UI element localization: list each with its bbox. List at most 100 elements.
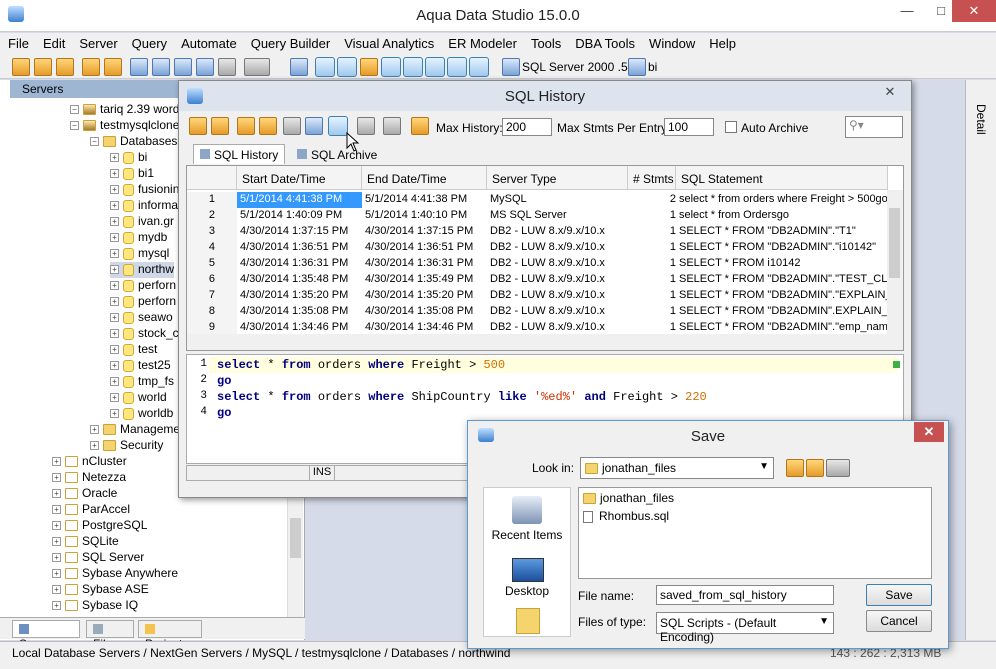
server-label[interactable]: SQL Server 2000 .54: [522, 60, 634, 74]
row-number[interactable]: 5: [187, 256, 237, 272]
menu-er-modeler[interactable]: ER Modeler: [440, 33, 523, 51]
file-item[interactable]: jonathan_files: [583, 491, 674, 505]
expand-toggle-icon[interactable]: +: [52, 505, 61, 515]
table-cell[interactable]: SELECT * FROM "DB2ADMIN"."i10142": [676, 240, 888, 256]
expand-toggle-icon[interactable]: −: [70, 121, 79, 131]
menu-query[interactable]: Query: [124, 33, 173, 51]
tab-projects[interactable]: Projects: [138, 620, 202, 651]
tree-item[interactable]: + seawo: [110, 310, 173, 326]
table-cell[interactable]: DB2 - LUW 8.x/9.x/10.x: [487, 224, 628, 240]
database-label[interactable]: bi: [648, 60, 657, 74]
menu-help[interactable]: Help: [701, 33, 742, 51]
table-cell[interactable]: 1: [628, 256, 676, 272]
tool-icon[interactable]: [130, 58, 148, 76]
print-icon[interactable]: [283, 117, 301, 135]
tree-item[interactable]: + Sybase IQ: [52, 598, 138, 614]
tool-icon[interactable]: [104, 58, 122, 76]
tool-icon[interactable]: [152, 58, 170, 76]
tree-item[interactable]: + PostgreSQL: [52, 518, 147, 534]
column-header-end[interactable]: End Date/Time: [362, 166, 487, 190]
tool-icon[interactable]: [218, 58, 236, 76]
tool-icon[interactable]: [425, 57, 445, 77]
table-cell[interactable]: DB2 - LUW 8.x/9.x/10.x: [487, 240, 628, 256]
tree-item[interactable]: + mydb: [110, 230, 167, 246]
expand-toggle-icon[interactable]: +: [52, 601, 61, 611]
column-header-stmts[interactable]: # Stmts: [628, 166, 676, 190]
table-cell[interactable]: 4/30/2014 1:35:49 PM: [362, 272, 487, 288]
close-button[interactable]: ✕: [952, 0, 996, 22]
row-number[interactable]: 1: [187, 192, 237, 208]
table-cell[interactable]: 1: [628, 272, 676, 288]
place-desktop[interactable]: Desktop: [484, 584, 570, 598]
detail-tab[interactable]: Detail: [974, 104, 988, 135]
row-number[interactable]: 8: [187, 304, 237, 320]
new-folder-icon[interactable]: [806, 459, 824, 477]
tree-item[interactable]: + Manageme: [90, 422, 180, 438]
expand-toggle-icon[interactable]: +: [110, 217, 119, 227]
tool-icon[interactable]: [56, 58, 74, 76]
column-header-server-type[interactable]: Server Type: [487, 166, 628, 190]
look-in-select[interactable]: jonathan_files ▼: [580, 457, 774, 479]
tree-item[interactable]: + fusionin: [110, 182, 179, 198]
table-cell[interactable]: SELECT * FROM "DB2ADMIN"."EXPLAIN_STR: [676, 288, 888, 304]
menu-window[interactable]: Window: [641, 33, 701, 51]
minimize-button[interactable]: —: [890, 0, 924, 22]
tree-item[interactable]: + Sybase ASE: [52, 582, 149, 598]
tool-icon[interactable]: [82, 58, 100, 76]
table-cell[interactable]: 1: [628, 224, 676, 240]
expand-toggle-icon[interactable]: +: [110, 281, 119, 291]
max-stmts-input[interactable]: 100: [664, 118, 714, 136]
row-number[interactable]: 2: [187, 208, 237, 224]
expand-toggle-icon[interactable]: +: [110, 153, 119, 163]
tree-item[interactable]: + Oracle: [52, 486, 117, 502]
place-recent-items[interactable]: Recent Items: [484, 528, 570, 542]
table-cell[interactable]: 5/1/2014 1:40:10 PM: [362, 208, 487, 224]
tool-icon[interactable]: [360, 58, 378, 76]
tree-item[interactable]: + Sybase Anywhere: [52, 566, 178, 582]
tree-item[interactable]: + perforn: [110, 294, 176, 310]
table-cell[interactable]: 5/1/2014 4:41:38 PM: [237, 192, 362, 208]
menu-file[interactable]: File: [0, 33, 35, 51]
cancel-button[interactable]: Cancel: [866, 610, 932, 632]
table-cell[interactable]: DB2 - LUW 8.x/9.x/10.x: [487, 256, 628, 272]
file-item[interactable]: Rhombus.sql: [583, 509, 669, 523]
table-cell[interactable]: MySQL: [487, 192, 628, 208]
view-menu-icon[interactable]: [826, 459, 850, 477]
expand-toggle-icon[interactable]: +: [52, 489, 61, 499]
tree-item[interactable]: + stock_c: [110, 326, 179, 342]
menu-visual-analytics[interactable]: Visual Analytics: [336, 33, 440, 51]
table-cell[interactable]: DB2 - LUW 8.x/9.x/10.x: [487, 272, 628, 288]
history-search-input[interactable]: ⚲▾: [845, 116, 903, 138]
history-tool-icon[interactable]: [411, 117, 429, 135]
file-type-select[interactable]: SQL Scripts - (Default Encoding) ▼: [656, 612, 834, 644]
tool-icon[interactable]: [12, 58, 30, 76]
table-cell[interactable]: SELECT * FROM i10142: [676, 256, 888, 272]
tool-icon[interactable]: [381, 57, 401, 77]
expand-toggle-icon[interactable]: +: [110, 249, 119, 259]
tree-item[interactable]: + world: [110, 390, 167, 406]
history-tool-icon[interactable]: [237, 117, 255, 135]
tree-item[interactable]: + tmp_fs: [110, 374, 174, 390]
table-cell[interactable]: 1: [628, 208, 676, 224]
tree-item[interactable]: + bi1: [110, 166, 154, 182]
table-cell[interactable]: 4/30/2014 1:35:08 PM: [362, 304, 487, 320]
row-number[interactable]: 4: [187, 240, 237, 256]
grid-scroll-thumb[interactable]: [889, 208, 900, 278]
expand-toggle-icon[interactable]: +: [110, 185, 119, 195]
expand-toggle-icon[interactable]: −: [90, 137, 99, 147]
expand-toggle-icon[interactable]: +: [110, 233, 119, 243]
table-cell[interactable]: 4/30/2014 1:35:20 PM: [362, 288, 487, 304]
menu-automate[interactable]: Automate: [173, 33, 243, 51]
row-number[interactable]: 3: [187, 224, 237, 240]
expand-toggle-icon[interactable]: +: [52, 537, 61, 547]
table-cell[interactable]: 4/30/2014 1:35:20 PM: [237, 288, 362, 304]
table-cell[interactable]: SELECT * FROM "DB2ADMIN"."TEST_CLOB": [676, 272, 888, 288]
tree-item[interactable]: + northw: [110, 262, 175, 278]
tab-files[interactable]: Files: [86, 620, 134, 651]
menu-query-builder[interactable]: Query Builder: [243, 33, 336, 51]
expand-toggle-icon[interactable]: +: [52, 457, 61, 467]
tool-icon[interactable]: [34, 58, 52, 76]
tool-icon[interactable]: [290, 58, 308, 76]
up-folder-icon[interactable]: [786, 459, 804, 477]
expand-toggle-icon[interactable]: +: [110, 313, 119, 323]
